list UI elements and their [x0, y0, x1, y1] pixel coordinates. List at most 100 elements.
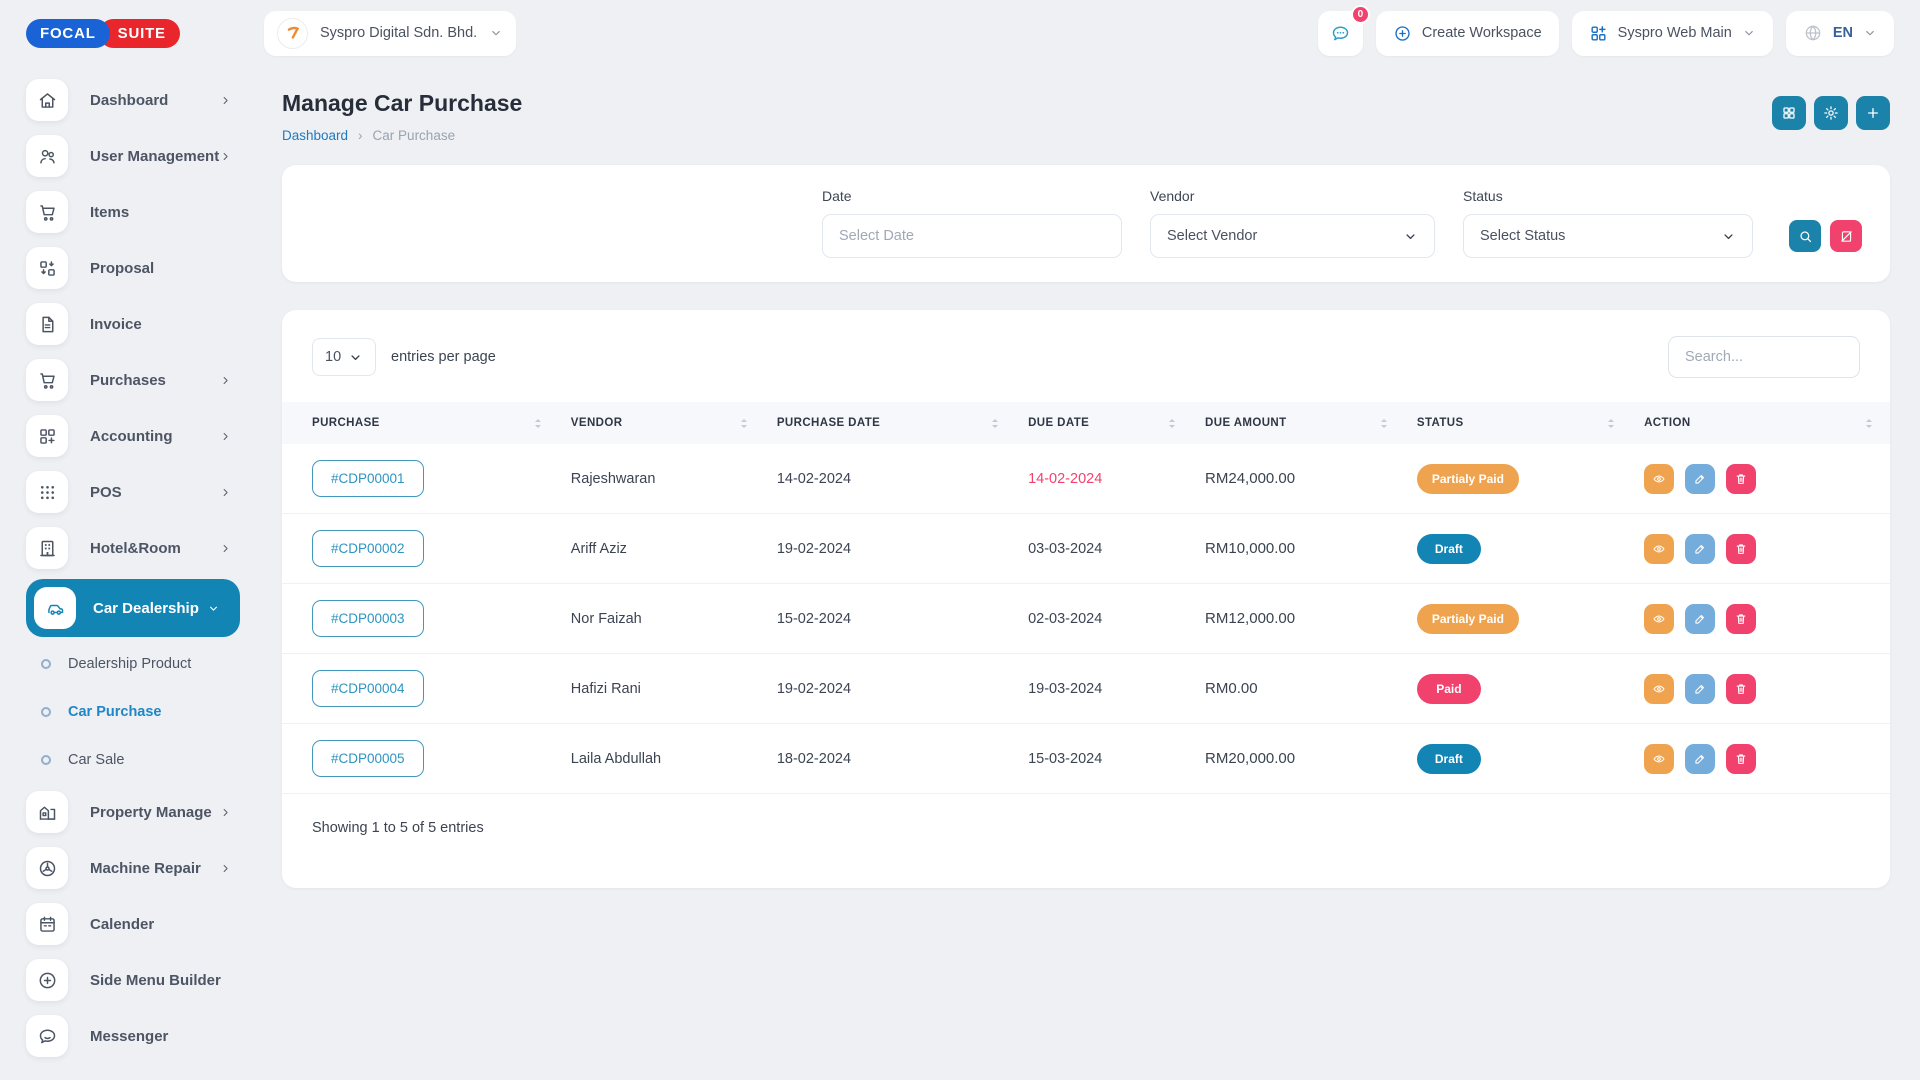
- sidebar-item-purchases[interactable]: Purchases: [26, 352, 240, 408]
- due-amount-cell: RM12,000.00: [1193, 584, 1405, 654]
- topbar-right: 0 Create Workspace Syspro Web Main EN: [1318, 11, 1894, 56]
- view-button[interactable]: [1644, 534, 1674, 564]
- sidebar-item-calender[interactable]: Calender: [26, 896, 240, 952]
- company-selector[interactable]: Syspro Digital Sdn. Bhd.: [264, 11, 516, 56]
- sidebar-item-label: Machine Repair: [90, 860, 201, 877]
- delete-button[interactable]: [1726, 604, 1756, 634]
- sidebar-item-pos[interactable]: POS: [26, 464, 240, 520]
- column-header-vendor[interactable]: VENDOR: [559, 402, 765, 444]
- app-logo[interactable]: FOCAL SUITE: [26, 19, 264, 48]
- column-header-purchase[interactable]: PURCHASE: [282, 402, 559, 444]
- status-filter-select[interactable]: Select Status: [1463, 214, 1753, 258]
- column-header-action[interactable]: ACTION: [1632, 402, 1890, 444]
- sidebar-item-label: Side Menu Builder: [90, 972, 221, 989]
- cart-icon: [26, 191, 68, 233]
- edit-button[interactable]: [1685, 604, 1715, 634]
- workspace-name: Syspro Web Main: [1618, 25, 1732, 41]
- column-header-due-amount[interactable]: DUE AMOUNT: [1193, 402, 1405, 444]
- grid-view-button[interactable]: [1772, 96, 1806, 130]
- workspace-grid-icon: [1589, 24, 1608, 43]
- purchase-date-cell: 14-02-2024: [765, 444, 1016, 514]
- sidebar-item-machine-repair[interactable]: Machine Repair: [26, 840, 240, 896]
- due-amount-cell: RM20,000.00: [1193, 724, 1405, 794]
- sidebar-subitem-car-sale[interactable]: Car Sale: [26, 736, 240, 784]
- sidebar-item-items[interactable]: Items: [26, 184, 240, 240]
- purchase-cell: #CDP00003: [282, 584, 559, 654]
- reset-filter-button[interactable]: [1830, 220, 1862, 252]
- delete-button[interactable]: [1726, 534, 1756, 564]
- table-search-input[interactable]: [1668, 336, 1860, 378]
- pencil-icon: [1693, 542, 1707, 556]
- view-button[interactable]: [1644, 674, 1674, 704]
- status-badge: Paid: [1417, 674, 1481, 704]
- sidebar-item-accounting[interactable]: Accounting: [26, 408, 240, 464]
- delete-button[interactable]: [1726, 674, 1756, 704]
- sidebar-item-user-management[interactable]: User Management: [26, 128, 240, 184]
- sidebar-item-dashboard[interactable]: Dashboard: [26, 72, 240, 128]
- vendor-filter-select[interactable]: Select Vendor: [1150, 214, 1435, 258]
- logo-focal: FOCAL: [26, 19, 110, 48]
- breadcrumb-dashboard-link[interactable]: Dashboard: [282, 128, 348, 143]
- apply-filter-button[interactable]: [1789, 220, 1821, 252]
- blocks-plus-icon: [26, 415, 68, 457]
- purchase-table-panel: 10 entries per page PURCHASE VENDOR PURC…: [282, 310, 1890, 888]
- column-header-purchase-date[interactable]: PURCHASE DATE: [765, 402, 1016, 444]
- purchase-link[interactable]: #CDP00001: [312, 460, 424, 497]
- page-size-select[interactable]: 10: [312, 338, 376, 376]
- document-icon: [26, 303, 68, 345]
- edit-button[interactable]: [1685, 534, 1715, 564]
- filter-panel: Date Vendor Select Vendor Status Select …: [282, 165, 1890, 282]
- sidebar-item-property-manage[interactable]: Property Manage: [26, 784, 240, 840]
- purchase-link[interactable]: #CDP00002: [312, 530, 424, 567]
- table-summary: Showing 1 to 5 of 5 entries: [282, 794, 1890, 836]
- edit-button[interactable]: [1685, 744, 1715, 774]
- sidebar-item-label: Car Dealership: [93, 600, 199, 617]
- delete-button[interactable]: [1726, 464, 1756, 494]
- users-icon: [26, 135, 68, 177]
- purchase-link[interactable]: #CDP00004: [312, 670, 424, 707]
- sidebar-item-car-dealership[interactable]: Car Dealership: [26, 579, 240, 637]
- sidebar-item-hotel-room[interactable]: Hotel&Room: [26, 520, 240, 576]
- purchase-table: PURCHASE VENDOR PURCHASE DATE DUE DATE D…: [282, 402, 1890, 794]
- sidebar-subitem-car-purchase[interactable]: Car Purchase: [26, 688, 240, 736]
- language-selector[interactable]: EN: [1786, 11, 1894, 56]
- action-cell: [1632, 444, 1890, 514]
- trash-icon: [1734, 682, 1748, 696]
- messages-button[interactable]: 0: [1318, 11, 1363, 56]
- sidebar-subitem-label: Dealership Product: [68, 656, 191, 672]
- sidebar-item-label: User Management: [90, 148, 219, 165]
- sidebar-item-label: Items: [90, 204, 129, 221]
- sidebar-subitem-dealership-product[interactable]: Dealership Product: [26, 640, 240, 688]
- sidebar-item-messenger[interactable]: Messenger: [26, 1008, 240, 1064]
- create-workspace-button[interactable]: Create Workspace: [1376, 11, 1559, 56]
- edit-button[interactable]: [1685, 464, 1715, 494]
- sidebar-item-invoice[interactable]: Invoice: [26, 296, 240, 352]
- purchase-link[interactable]: #CDP00003: [312, 600, 424, 637]
- sidebar-item-proposal[interactable]: Proposal: [26, 240, 240, 296]
- status-badge: Draft: [1417, 534, 1481, 564]
- trash-icon: [1734, 472, 1748, 486]
- purchase-link[interactable]: #CDP00005: [312, 740, 424, 777]
- bullet-circle-icon: [41, 659, 51, 669]
- view-button[interactable]: [1644, 464, 1674, 494]
- action-cell: [1632, 514, 1890, 584]
- workspace-selector[interactable]: Syspro Web Main: [1572, 11, 1773, 56]
- trash-icon: [1734, 752, 1748, 766]
- column-header-status[interactable]: STATUS: [1405, 402, 1632, 444]
- sidebar-item-side-menu-builder[interactable]: Side Menu Builder: [26, 952, 240, 1008]
- language-code: EN: [1833, 25, 1853, 41]
- settings-button[interactable]: [1814, 96, 1848, 130]
- bullet-circle-icon: [41, 707, 51, 717]
- calendar-icon: [26, 903, 68, 945]
- add-purchase-button[interactable]: [1856, 96, 1890, 130]
- column-header-due-date[interactable]: DUE DATE: [1016, 402, 1193, 444]
- edit-button[interactable]: [1685, 674, 1715, 704]
- view-button[interactable]: [1644, 604, 1674, 634]
- date-filter-input[interactable]: [822, 214, 1122, 258]
- purchase-date-cell: 15-02-2024: [765, 584, 1016, 654]
- blocks-swap-icon: [26, 247, 68, 289]
- sidebar-subitem-label: Car Sale: [68, 752, 124, 768]
- view-button[interactable]: [1644, 744, 1674, 774]
- delete-button[interactable]: [1726, 744, 1756, 774]
- globe-icon: [1803, 23, 1823, 43]
